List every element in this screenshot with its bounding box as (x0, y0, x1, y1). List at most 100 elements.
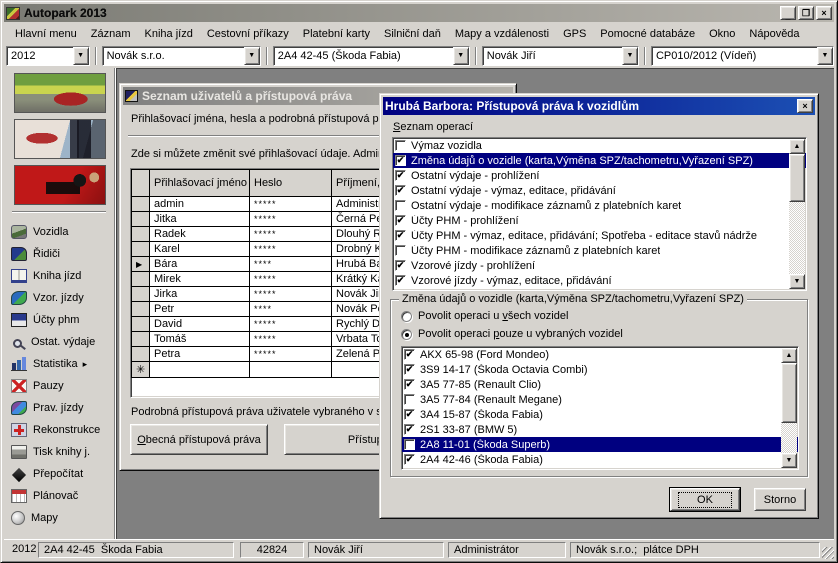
cancel-button[interactable]: Storno (754, 488, 806, 511)
menu-item-n-pov-da[interactable]: Nápověda (742, 25, 806, 43)
menu-item-platebn-karty[interactable]: Platební karty (296, 25, 377, 43)
operation-item[interactable]: ✔Účty PHM - prohlížení (393, 213, 806, 228)
dropdown-arrow-icon[interactable]: ▼ (817, 47, 833, 65)
operations-scrollbar[interactable]: ▲ ▼ (789, 139, 805, 289)
menu-item-silni-n-da-[interactable]: Silniční daň (377, 25, 448, 43)
trip-combobox[interactable]: CP010/2012 (Vídeň)▼ (651, 46, 834, 66)
cell-login[interactable]: Jirka (150, 287, 250, 302)
dropdown-arrow-icon[interactable]: ▼ (453, 47, 469, 65)
row-selector[interactable] (132, 227, 150, 242)
scroll-up-icon[interactable]: ▲ (781, 348, 797, 363)
sidebar-item-breaks[interactable]: Pauzy (4, 375, 114, 397)
operation-item[interactable]: Ostatní výdaje - modifikace záznamů z pl… (393, 198, 806, 213)
empty-cell[interactable] (150, 362, 250, 378)
row-selector[interactable] (132, 347, 150, 362)
sidebar-item-planner[interactable]: Plánovač (4, 485, 114, 507)
column-header-password[interactable]: Heslo (250, 170, 332, 197)
cell-login[interactable]: Petra (150, 347, 250, 362)
cell-login[interactable]: Karel (150, 242, 250, 257)
cell-login[interactable]: Petr (150, 302, 250, 317)
sidebar-item-fuel-accounts[interactable]: Účty phm (4, 309, 114, 331)
driver-combobox[interactable]: Novák Jiří▼ (482, 46, 639, 66)
checkbox-checked-icon[interactable]: ✔ (395, 155, 406, 166)
vehicle-item[interactable]: ✔2S1 33-87 (BMW 5) (402, 422, 798, 437)
operation-item[interactable]: ✔Ostatní výdaje - výmaz, editace, přidáv… (393, 183, 806, 198)
dropdown-arrow-icon[interactable]: ▼ (244, 47, 260, 65)
radio-all-vehicles[interactable]: Povolit operaci u všech vozidel (401, 310, 568, 322)
sidebar-item-drivers[interactable]: Řidiči (4, 243, 114, 265)
empty-cell[interactable] (250, 362, 332, 378)
vehicle-item[interactable]: ✔3A5 77-85 (Renault Clio) (402, 377, 798, 392)
checkbox-checked-icon[interactable]: ✔ (395, 185, 406, 196)
cell-password[interactable]: ***** (250, 197, 332, 212)
close-button[interactable]: × (816, 6, 832, 20)
ok-button[interactable]: OK (670, 488, 740, 511)
cell-password[interactable]: ***** (250, 332, 332, 347)
sidebar-item-logbook[interactable]: Kniha jízd (4, 265, 114, 287)
sidebar-item-reconstruction[interactable]: Rekonstrukce (4, 419, 114, 441)
cell-password[interactable]: ***** (250, 287, 332, 302)
dropdown-arrow-icon[interactable]: ▼ (73, 47, 89, 65)
radio-button[interactable] (401, 329, 412, 340)
row-selector[interactable] (132, 242, 150, 257)
sidebar-item-vehicles[interactable]: Vozidla (4, 221, 114, 243)
cell-password[interactable]: ***** (250, 347, 332, 362)
scroll-thumb[interactable] (781, 363, 797, 423)
checkbox-checked-icon[interactable]: ✔ (404, 409, 415, 420)
cell-password[interactable]: ***** (250, 317, 332, 332)
sidebar-item-maps[interactable]: Mapy (4, 507, 114, 529)
menu-item-pomocn-datab-ze[interactable]: Pomocné databáze (593, 25, 702, 43)
row-selector[interactable] (132, 197, 150, 212)
year-combobox[interactable]: 2012▼ (6, 46, 90, 66)
vehicle-item[interactable]: ✔AKX 65-98 (Ford Mondeo) (402, 347, 798, 362)
column-header-login[interactable]: Přihlašovací jméno (150, 170, 250, 197)
row-selector[interactable] (132, 287, 150, 302)
menu-item-z-znam[interactable]: Záznam (84, 25, 138, 43)
row-selector[interactable] (132, 332, 150, 347)
cell-login[interactable]: Bára (150, 257, 250, 272)
cell-password[interactable]: **** (250, 302, 332, 317)
cell-login[interactable]: admin (150, 197, 250, 212)
dropdown-arrow-icon[interactable]: ▼ (622, 47, 638, 65)
resize-grip-icon[interactable] (822, 547, 834, 559)
general-rights-button[interactable]: Obecná přístupová práva (130, 424, 268, 455)
maximize-button[interactable]: ❐ (798, 6, 814, 20)
cell-login[interactable]: David (150, 317, 250, 332)
vehicle-item[interactable]: ✔2A4 42-46 (Škoda Fabia) (402, 452, 798, 467)
vehicle-combobox[interactable]: 2A4 42-45 (Škoda Fabia)▼ (273, 46, 470, 66)
cell-login[interactable]: Jitka (150, 212, 250, 227)
operation-item[interactable]: ✔Změna údajů o vozidle (karta,Výměna SPZ… (393, 153, 806, 168)
menu-item-gps[interactable]: GPS (556, 25, 593, 43)
scroll-up-icon[interactable]: ▲ (789, 139, 805, 154)
sidebar-item-other-expenses[interactable]: Ostat. výdaje (4, 331, 114, 353)
sidebar-item-statistics[interactable]: Statistika▸ (4, 353, 114, 375)
menu-item-kniha-j-zd[interactable]: Kniha jízd (138, 25, 200, 43)
row-selector[interactable] (132, 302, 150, 317)
checkbox-checked-icon[interactable]: ✔ (395, 260, 406, 271)
radio-selected-vehicles[interactable]: Povolit operaci pouze u vybraných vozide… (401, 328, 623, 340)
current-row-marker[interactable]: ▶ (132, 257, 150, 272)
dialog-close-button[interactable]: × (797, 99, 813, 113)
vehicle-item[interactable]: 3A5 77-84 (Renault Megane) (402, 392, 798, 407)
menu-item-mapy-a-vzd-lenosti[interactable]: Mapy a vzdálenosti (448, 25, 556, 43)
cell-password[interactable]: ***** (250, 272, 332, 287)
checkbox-unchecked-icon[interactable] (395, 200, 406, 211)
checkbox-unchecked-icon[interactable] (404, 394, 415, 405)
checkbox-checked-icon[interactable]: ✔ (404, 364, 415, 375)
operation-item[interactable]: ✔Ostatní výdaje - prohlížení (393, 168, 806, 183)
sidebar-item-sample-trips[interactable]: Vzor. jízdy (4, 287, 114, 309)
cell-password[interactable]: **** (250, 257, 332, 272)
cell-password[interactable]: ***** (250, 227, 332, 242)
cell-login[interactable]: Tomáš (150, 332, 250, 347)
checkbox-checked-icon[interactable]: ✔ (404, 454, 415, 465)
scroll-thumb[interactable] (789, 154, 805, 202)
cell-login[interactable]: Mirek (150, 272, 250, 287)
scroll-down-icon[interactable]: ▼ (781, 453, 797, 468)
checkbox-unchecked-icon[interactable] (395, 140, 406, 151)
checkbox-checked-icon[interactable]: ✔ (395, 275, 406, 286)
cell-password[interactable]: ***** (250, 212, 332, 227)
menu-item-okno[interactable]: Okno (702, 25, 742, 43)
checkbox-checked-icon[interactable]: ✔ (404, 379, 415, 390)
menu-item-cestovn-p-kazy[interactable]: Cestovní příkazy (200, 25, 296, 43)
vehicle-item[interactable]: ✔3S9 14-17 (Škoda Octavia Combi) (402, 362, 798, 377)
